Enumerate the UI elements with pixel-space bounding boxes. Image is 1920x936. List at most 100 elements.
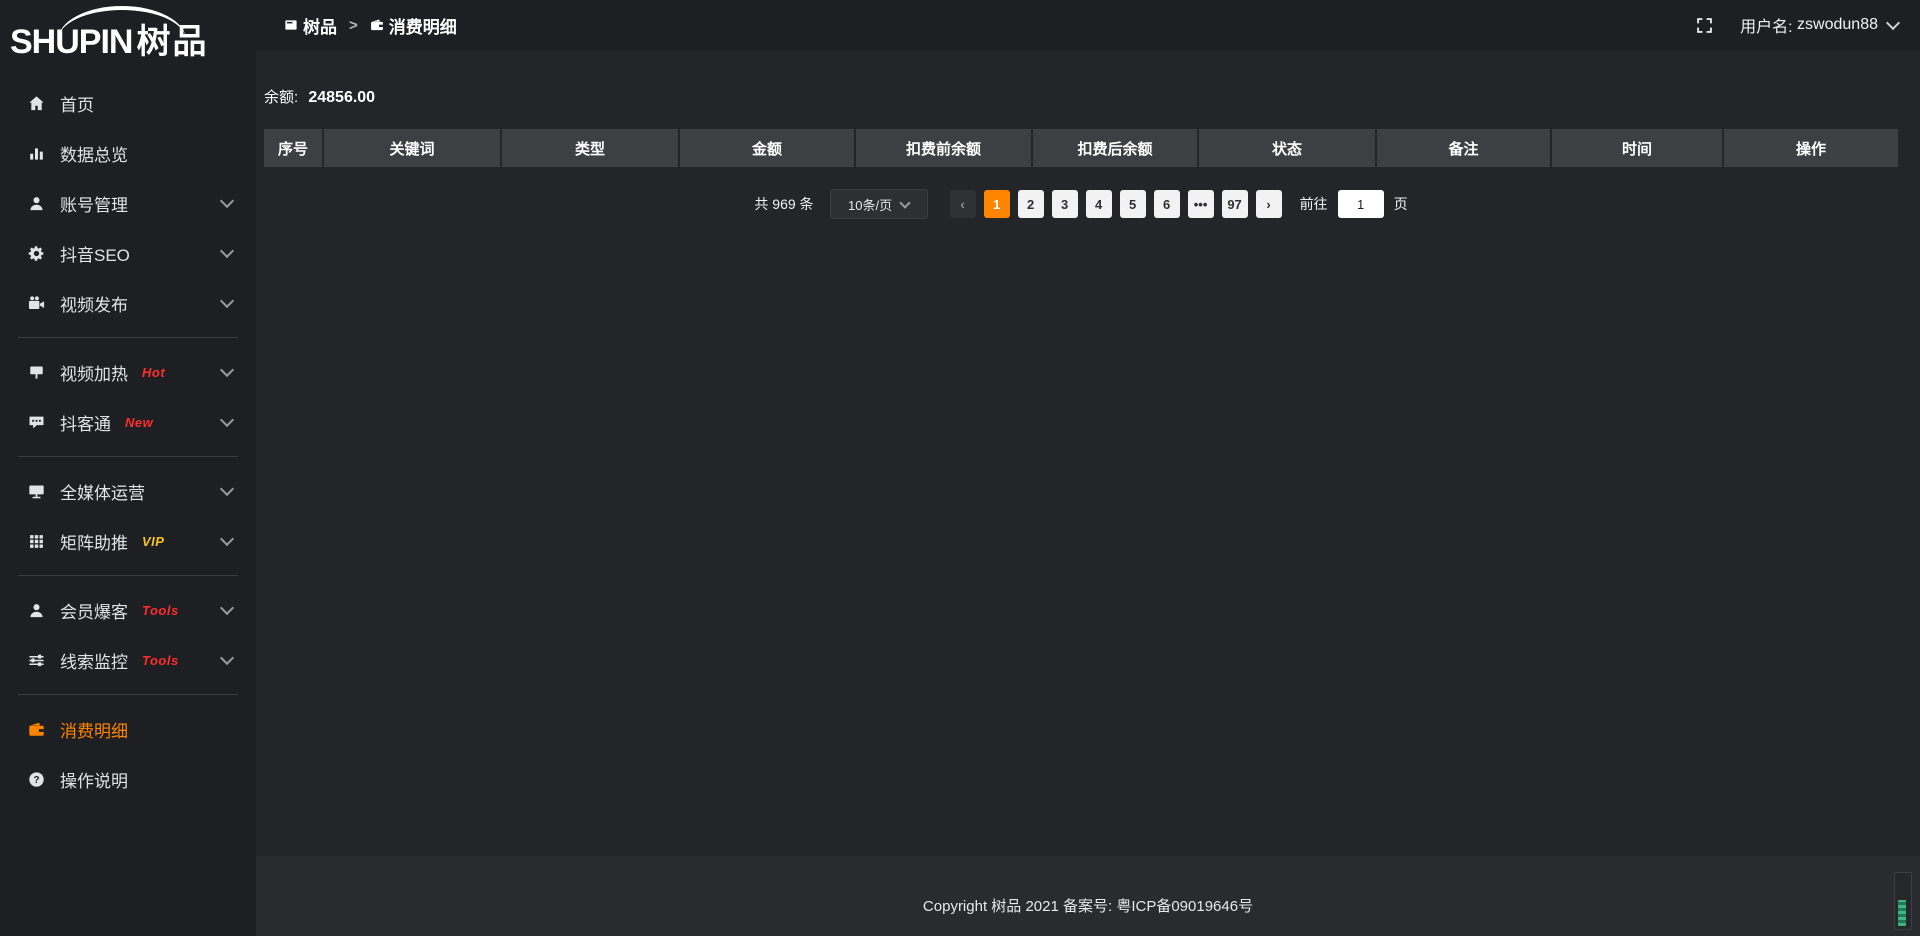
page-button-3[interactable]: 3	[1052, 190, 1078, 218]
sidebar-item-label: 线索监控	[60, 648, 128, 673]
mini-scrollbar[interactable]	[1894, 872, 1912, 930]
page-buttons: ‹ 123456 ••• 97 ›	[946, 190, 1286, 218]
sliders-icon	[28, 652, 45, 669]
chevron-down-icon	[220, 482, 234, 496]
menu-divider	[18, 694, 238, 695]
topbar-right: 用户名: zswodun88	[1695, 13, 1898, 37]
column-header: 关键词	[323, 128, 501, 168]
topbar: 树品 > 消费明细 用户名: zswodun88	[256, 0, 1920, 50]
column-header: 类型	[501, 128, 679, 168]
page-size-value: 10条/页	[848, 195, 892, 214]
video-icon	[28, 295, 45, 312]
chevron-down-icon	[220, 363, 234, 377]
logo-cn: 树品	[136, 23, 208, 61]
sidebar-item-会员爆客[interactable]: 会员爆客Tools	[0, 585, 256, 635]
breadcrumb-separator: >	[349, 17, 358, 34]
user-dropdown[interactable]: 用户名: zswodun88	[1740, 13, 1898, 37]
page-button-97[interactable]: 97	[1222, 190, 1248, 218]
column-header: 状态	[1198, 128, 1376, 168]
page-button-6[interactable]: 6	[1154, 190, 1180, 218]
member-icon	[28, 602, 45, 619]
user-name: zswodun88	[1797, 16, 1878, 34]
home-icon	[28, 95, 45, 112]
chevron-down-icon	[1886, 16, 1900, 30]
chevron-down-icon	[220, 601, 234, 615]
sidebar-item-矩阵助推[interactable]: 矩阵助推 VIP	[0, 516, 256, 566]
sidebar-item-label: 视频加热	[60, 360, 128, 385]
monitor-icon	[28, 483, 45, 500]
sidebar-item-label: 抖客通	[60, 410, 111, 435]
gear-icon	[28, 245, 45, 262]
footer: Copyright 树品 2021 备案号: 粤ICP备09019646号	[256, 856, 1920, 936]
logo-text: SHUPIN树品	[10, 14, 208, 63]
sidebar-item-label: 视频发布	[60, 291, 128, 316]
chevron-down-icon	[220, 294, 234, 308]
sidebar-item-label: 数据总览	[60, 141, 128, 166]
sidebar-item-视频加热[interactable]: 视频加热 Hot	[0, 347, 256, 397]
sidebar-item-label: 全媒体运营	[60, 479, 145, 504]
next-page-button[interactable]: ›	[1256, 190, 1282, 218]
chart-icon	[28, 145, 45, 162]
sidebar-item-账号管理[interactable]: 账号管理	[0, 178, 256, 228]
sidebar-item-label: 操作说明	[60, 767, 128, 792]
wallet-icon	[370, 18, 384, 32]
matrix-icon	[28, 533, 45, 550]
pagination: 共 969 条 10条/页 ‹123456•••97› 前往 页	[262, 189, 1900, 219]
column-header: 操作	[1723, 128, 1899, 168]
chevron-down-icon	[220, 194, 234, 208]
sidebar-item-视频发布[interactable]: 视频发布	[0, 278, 256, 328]
chat-icon	[28, 414, 45, 431]
sidebar-item-label: 抖音SEO	[60, 241, 130, 266]
user-icon	[28, 195, 45, 212]
sidebar-badge-VIP: VIP	[142, 534, 164, 549]
sidebar-menu: 首页数据总览账号管理抖音SEO 视频发布视频加热 Hot 抖客通New 全媒体运营矩阵助…	[0, 78, 256, 804]
consumption-table: 序号关键词类型金额扣费前余额扣费后余额状态备注时间操作	[262, 127, 1900, 169]
fullscreen-icon[interactable]	[1695, 16, 1714, 35]
sidebar-item-数据总览[interactable]: 数据总览	[0, 128, 256, 178]
heat-icon	[28, 364, 45, 381]
more-pages-button[interactable]: •••	[1188, 190, 1214, 218]
breadcrumb-label: 消费明细	[389, 13, 457, 38]
sidebar-item-首页[interactable]: 首页	[0, 78, 256, 128]
app-logo: SHUPIN树品	[0, 0, 256, 70]
goto-unit: 页	[1394, 194, 1408, 214]
breadcrumb-item-consumption[interactable]: 消费明细	[370, 13, 457, 38]
sidebar-item-label: 账号管理	[60, 191, 128, 216]
sidebar-item-全媒体运营[interactable]: 全媒体运营	[0, 466, 256, 516]
balance-label: 余额:	[264, 89, 298, 106]
svg-text:?: ?	[33, 774, 39, 785]
column-header: 扣费后余额	[1032, 128, 1198, 168]
breadcrumb-item-shupin[interactable]: 树品	[284, 13, 337, 38]
page-size-select[interactable]: 10条/页	[830, 189, 928, 219]
sidebar-item-抖音SEO[interactable]: 抖音SEO	[0, 228, 256, 278]
goto-page-input[interactable]	[1338, 190, 1384, 218]
sidebar-item-label: 矩阵助推	[60, 529, 128, 554]
page-button-4[interactable]: 4	[1086, 190, 1112, 218]
chevron-down-icon	[220, 413, 234, 427]
balance: 余额: 24856.00	[264, 86, 1900, 107]
prev-page-button[interactable]: ‹	[950, 190, 976, 218]
chevron-down-icon	[220, 651, 234, 665]
copyright-text: Copyright 树品 2021 备案号: 粤ICP备09019646号	[923, 877, 1253, 916]
sidebar-item-操作说明[interactable]: ? 操作说明	[0, 754, 256, 804]
sidebar-item-label: 消费明细	[60, 717, 128, 742]
page-button-2[interactable]: 2	[1018, 190, 1044, 218]
goto-page: 前往 页	[1300, 190, 1408, 218]
sidebar-badge-Tools: Tools	[142, 653, 179, 668]
page-button-5[interactable]: 5	[1120, 190, 1146, 218]
sidebar-item-抖客通[interactable]: 抖客通New	[0, 397, 256, 447]
sidebar: SHUPIN树品 首页数据总览账号管理抖音SEO 视频发布视频加热 Hot 抖客通Ne…	[0, 0, 256, 936]
user-label: 用户名:	[1740, 13, 1792, 37]
sidebar-item-消费明细[interactable]: 消费明细	[0, 704, 256, 754]
sidebar-item-线索监控[interactable]: 线索监控 Tools	[0, 635, 256, 685]
mini-scrollbar-thumb[interactable]	[1898, 900, 1906, 926]
question-icon: ?	[28, 771, 45, 788]
column-header: 备注	[1376, 128, 1551, 168]
page-button-1[interactable]: 1	[984, 190, 1010, 218]
goto-label: 前往	[1300, 194, 1328, 214]
chevron-down-icon	[899, 197, 910, 208]
column-header: 金额	[679, 128, 855, 168]
sidebar-item-label: 首页	[60, 91, 94, 116]
breadcrumb-label: 树品	[303, 13, 337, 38]
sidebar-badge-Hot: Hot	[142, 365, 165, 380]
